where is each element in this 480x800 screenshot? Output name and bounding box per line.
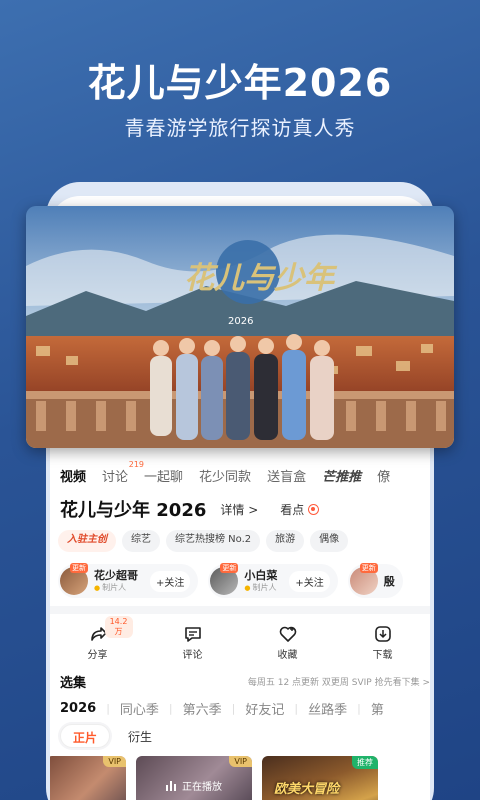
- download-button[interactable]: 下载: [348, 620, 418, 666]
- creator-name: 花少超哥: [94, 568, 138, 582]
- update-badge: 更新: [70, 563, 88, 573]
- section-divider: [50, 606, 430, 614]
- tab-video[interactable]: 视频: [60, 466, 86, 485]
- comment-button[interactable]: 评论: [158, 620, 228, 666]
- highlights-label: 看点: [280, 502, 305, 517]
- creator-card[interactable]: 更新 殷: [347, 563, 403, 598]
- tab-same-style[interactable]: 花少同款: [199, 466, 251, 485]
- comment-label: 评论: [182, 650, 203, 661]
- discussion-count-badge: 219: [128, 459, 145, 469]
- show-title: 花儿与少年 2026: [60, 500, 207, 521]
- tab-chat-together[interactable]: 一起聊: [144, 466, 183, 485]
- update-badge: 更新: [359, 563, 378, 573]
- tag-variety[interactable]: 综艺: [122, 530, 160, 552]
- card-logo: 欧美大冒险: [274, 782, 340, 797]
- tab-main-episodes[interactable]: 正片: [60, 724, 111, 748]
- follow-button[interactable]: +关注: [150, 570, 191, 592]
- tab-discussion-label: 讨论: [102, 469, 129, 485]
- tag-travel[interactable]: 旅游: [266, 530, 305, 552]
- creator-card[interactable]: 更新 小白菜 制片人 +关注: [208, 563, 338, 598]
- poster-logo: 花儿与少年: [184, 261, 338, 296]
- update-badge: 更新: [220, 563, 239, 573]
- tab-mang-recommend[interactable]: 芒推推: [322, 466, 361, 485]
- separator: |: [168, 701, 173, 715]
- episode-card[interactable]: VIP 2026-09-08: [50, 756, 126, 800]
- follow-button[interactable]: +关注: [289, 570, 330, 592]
- avatar: 更新: [60, 563, 88, 595]
- update-schedule-link[interactable]: 每周五 12 点更新 双更周 SVIP 抢先看下集 >: [248, 675, 430, 688]
- now-playing-label: 正在播放: [182, 782, 222, 793]
- favorite-label: 收藏: [277, 650, 298, 661]
- tab-blind-box[interactable]: 送盲盒: [267, 466, 306, 485]
- avatar: 更新: [210, 563, 239, 595]
- episodes-title: 选集: [60, 675, 87, 691]
- season-item[interactable]: 丝路季: [308, 699, 347, 718]
- episodes-header: 选集 每周五 12 点更新 双更周 SVIP 抢先看下集 >: [60, 672, 430, 691]
- favorite-icon: [279, 626, 296, 642]
- equalizer-icon: [166, 780, 176, 791]
- tab-discussion[interactable]: 讨论 219: [102, 460, 144, 485]
- highlights-icon: [308, 503, 320, 515]
- share-label: 分享: [87, 650, 108, 661]
- episode-card[interactable]: 推荐 欧美大冒险: [262, 756, 378, 800]
- season-selector: 2026 | 同心季 | 第六季 | 好友记 | 丝路季 | 第: [60, 698, 430, 718]
- tag-creator[interactable]: 入驻主创: [58, 530, 116, 552]
- share-button[interactable]: 14.2万 分享: [63, 616, 133, 666]
- now-playing-indicator: 正在播放: [136, 778, 252, 793]
- download-icon: [374, 626, 391, 642]
- creator-role: 制片人: [244, 582, 277, 594]
- episode-type-tabs: 正片 衍生: [60, 724, 164, 748]
- show-title-row: 花儿与少年 2026 详情 > 看点: [60, 496, 430, 522]
- separator: |: [106, 701, 110, 715]
- highlights-button[interactable]: 看点: [280, 501, 320, 518]
- action-bar: 14.2万 分享 评论 收藏 下载: [50, 616, 430, 666]
- season-item[interactable]: 第六季: [183, 699, 222, 718]
- download-label: 下载: [372, 650, 393, 661]
- recommend-badge: 推荐: [352, 756, 378, 769]
- separator: |: [357, 701, 361, 715]
- hero-title: 花儿与少年2026: [87, 61, 393, 105]
- creator-list: 更新 花少超哥 制片人 +关注 更新 小白菜 制片人 +关注 更新 殷: [58, 563, 430, 598]
- episode-list: VIP 2026-09-08 VIP 正在播放 2026-09-08 推荐 欧美…: [50, 756, 430, 800]
- creator-name: 小白菜: [244, 568, 278, 582]
- tag-row: 入驻主创 综艺 综艺热搜榜 No.2 旅游 偶像: [58, 530, 430, 552]
- tab-more[interactable]: 僚: [377, 466, 390, 485]
- comment-icon: [184, 627, 201, 642]
- creator-role: 制片人: [94, 582, 138, 594]
- show-poster[interactable]: 花儿与少年 2026: [26, 206, 454, 448]
- poster-image: 花儿与少年 2026: [26, 206, 454, 448]
- favorite-button[interactable]: 收藏: [253, 620, 323, 666]
- creator-card[interactable]: 更新 花少超哥 制片人 +关注: [58, 563, 199, 598]
- separator: |: [294, 701, 299, 715]
- episode-card[interactable]: VIP 正在播放 2026-09-08: [136, 756, 252, 800]
- vip-badge: VIP: [103, 756, 126, 767]
- season-item[interactable]: 好友记: [245, 699, 284, 718]
- tag-idol[interactable]: 偶像: [310, 530, 349, 552]
- detail-link[interactable]: 详情 >: [220, 501, 258, 518]
- share-count-badge: 14.2万: [104, 616, 133, 638]
- creator-name: 殷: [383, 574, 395, 588]
- tab-spinoff[interactable]: 衍生: [116, 724, 164, 748]
- hero-subtitle: 青春游学旅行探访真人秀: [124, 116, 356, 140]
- content-tabs: 视频 讨论 219 一起聊 花少同款 送盲盒 芒推推 僚: [50, 460, 430, 490]
- season-item[interactable]: 第: [371, 699, 384, 718]
- separator: |: [231, 701, 236, 715]
- season-item[interactable]: 同心季: [120, 699, 159, 718]
- avatar: 更新: [349, 563, 378, 595]
- vip-badge: VIP: [229, 756, 252, 767]
- season-item[interactable]: 2026: [60, 701, 96, 716]
- poster-logo-year: 2026: [228, 316, 253, 327]
- tag-hot-rank[interactable]: 综艺热搜榜 No.2: [166, 530, 261, 552]
